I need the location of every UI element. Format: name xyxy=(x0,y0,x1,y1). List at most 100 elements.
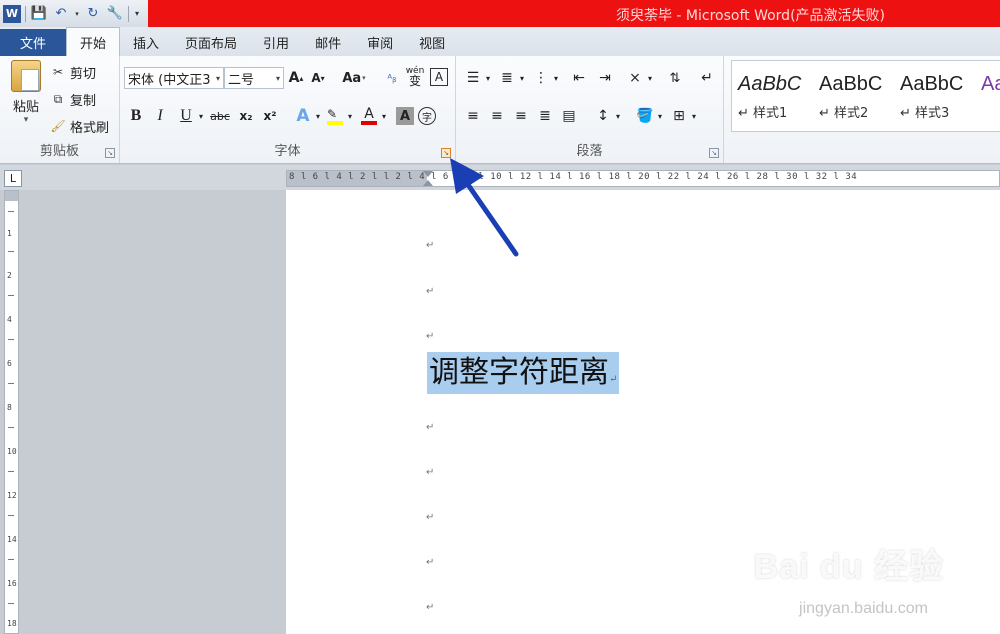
distributed-icon[interactable]: ▤ xyxy=(558,105,580,127)
justify-icon[interactable]: ≣ xyxy=(534,105,556,127)
sort-icon[interactable]: ⇅ xyxy=(664,67,686,89)
line-spacing-dropdown-icon[interactable]: ▾ xyxy=(614,105,622,127)
clipboard-dialog-launcher-icon[interactable]: ↘ xyxy=(105,148,115,158)
undo-icon[interactable]: ↶ xyxy=(52,5,70,23)
shrink-font-icon[interactable]: A ▾ xyxy=(308,67,328,89)
numbering-icon[interactable]: ≣ xyxy=(496,67,518,89)
font-color-dropdown-icon[interactable]: ▾ xyxy=(380,105,388,127)
shading-dropdown-icon[interactable]: ▾ xyxy=(656,105,664,127)
phonetic-guide-button[interactable]: wén 变 xyxy=(404,65,426,87)
style-item-1[interactable]: AaBbC ↵ 样式1 xyxy=(732,61,814,131)
paste-dropdown-icon[interactable]: ▾ xyxy=(24,115,29,125)
style-item-3[interactable]: AaBbC ↵ 样式3 xyxy=(894,61,976,131)
clear-format-icon[interactable]: ᴬᵦ xyxy=(382,67,402,89)
grow-font-icon[interactable]: A ▴ xyxy=(286,67,306,89)
vruler-tick xyxy=(8,515,14,516)
tab-file[interactable]: 文件 xyxy=(0,29,66,56)
style-sample-3: AaBbC xyxy=(900,73,964,95)
font-size-combo[interactable]: 二号 ▾ xyxy=(224,67,284,89)
superscript-button[interactable]: x² xyxy=(260,105,280,127)
numbering-dropdown-icon[interactable]: ▾ xyxy=(518,67,526,89)
highlight-button[interactable]: ✎ xyxy=(324,105,346,127)
align-right-icon[interactable]: ≡ xyxy=(510,105,532,127)
subscript-button[interactable]: x₂ xyxy=(236,105,256,127)
redo-icon[interactable]: ↻ xyxy=(84,5,102,23)
font-name-value: 宋体 (中文正3 xyxy=(128,72,211,88)
ruler-numbers: 8 l 6 l 4 l 2 l l 2 l 4 l 6 l 8 l 10 l 1… xyxy=(289,172,858,182)
multilevel-list-dropdown-icon[interactable]: ▾ xyxy=(552,67,560,89)
text-effects-button[interactable]: A xyxy=(292,105,314,127)
change-case-button[interactable]: Aa ▾ xyxy=(340,67,368,89)
selected-text[interactable]: 调整字符距离↵ xyxy=(427,352,620,394)
italic-button[interactable]: I xyxy=(150,105,170,127)
borders-dropdown-icon[interactable]: ▾ xyxy=(690,105,698,127)
strikethrough-button[interactable]: abc xyxy=(208,105,232,127)
font-name-dropdown-icon[interactable]: ▾ xyxy=(216,74,220,83)
vruler-number: 1 xyxy=(7,229,12,238)
style-sample-4: Aa xyxy=(981,73,1000,95)
tab-review[interactable]: 审阅 xyxy=(354,29,406,56)
customize-icon[interactable]: 🔧 xyxy=(106,5,124,23)
font-color-button[interactable]: A xyxy=(358,105,380,127)
cut-button[interactable]: ✂ 剪切 xyxy=(50,62,109,82)
align-center-icon[interactable]: ≡ xyxy=(486,105,508,127)
font-dialog-launcher-icon[interactable]: ↘ xyxy=(441,148,451,158)
paste-icon xyxy=(11,60,41,92)
vertical-ruler[interactable]: 1 2 4 6 8 10 12 14 16 18 xyxy=(4,190,19,634)
highlight-dropdown-icon[interactable]: ▾ xyxy=(346,105,354,127)
tab-mailings[interactable]: 邮件 xyxy=(302,29,354,56)
ribbon: 粘贴 ▾ ✂ 剪切 ⧉ 复制 🖌 格式刷 剪贴板 ↘ 宋体 (中文正3 ▾ 二号… xyxy=(0,56,1000,164)
bullets-icon[interactable]: ☰ xyxy=(462,67,484,89)
style-item-2[interactable]: AaBbC ↵ 样式2 xyxy=(813,61,895,131)
tab-home[interactable]: 开始 xyxy=(66,27,121,56)
cut-label: 剪切 xyxy=(70,66,97,82)
style-name-1-text: 样式1 xyxy=(753,106,788,121)
underline-button[interactable]: U xyxy=(176,105,196,127)
show-marks-icon[interactable]: ↵ xyxy=(696,67,718,89)
bold-button[interactable]: B xyxy=(126,105,146,127)
shading-icon[interactable]: 🪣 xyxy=(634,105,656,127)
indent-marker-icon[interactable] xyxy=(423,171,433,186)
borders-icon[interactable]: ⊞ xyxy=(668,105,690,127)
ribbon-tabs: 文件 开始 插入 页面布局 引用 邮件 审阅 视图 xyxy=(0,27,1000,56)
paragraph-group-label: 段落 xyxy=(576,144,603,159)
character-shading-button[interactable]: A xyxy=(396,107,414,125)
format-painter-button[interactable]: 🖌 格式刷 xyxy=(50,116,109,136)
font-size-dropdown-icon[interactable]: ▾ xyxy=(276,74,280,83)
style-sample-2: AaBbC xyxy=(819,73,883,95)
paragraph-mark: ↵ xyxy=(609,374,618,385)
character-border-button[interactable]: A xyxy=(430,68,448,86)
word-app-icon[interactable]: W xyxy=(3,4,21,23)
paragraph-mark: ↵ xyxy=(426,512,435,523)
chinese-layout-icon[interactable]: ⨯ xyxy=(624,67,646,89)
horizontal-ruler[interactable]: 8 l 6 l 4 l 2 l l 2 l 4 l 6 l 8 l 10 l 1… xyxy=(286,170,1000,187)
vruler-tick xyxy=(8,339,14,340)
style-item-4[interactable]: Aa xyxy=(975,61,1000,131)
multilevel-list-icon[interactable]: ⋮ xyxy=(530,67,552,89)
chinese-layout-dropdown-icon[interactable]: ▾ xyxy=(646,67,654,89)
undo-dropdown-icon[interactable]: ▾ xyxy=(74,5,80,23)
copy-button[interactable]: ⧉ 复制 xyxy=(50,89,109,109)
underline-dropdown-icon[interactable]: ▾ xyxy=(196,105,206,127)
tab-references[interactable]: 引用 xyxy=(250,29,302,56)
line-spacing-icon[interactable]: ↕ xyxy=(592,105,614,127)
style-name-2-text: 样式2 xyxy=(834,106,869,121)
paste-label: 粘贴 xyxy=(12,100,39,115)
save-icon[interactable]: 💾 xyxy=(30,5,48,23)
text-effects-dropdown-icon[interactable]: ▾ xyxy=(314,105,322,127)
increase-indent-icon[interactable]: ⇥ xyxy=(594,67,616,89)
align-left-icon[interactable]: ≡ xyxy=(462,105,484,127)
font-name-combo[interactable]: 宋体 (中文正3 ▾ xyxy=(124,67,224,89)
bullets-dropdown-icon[interactable]: ▾ xyxy=(484,67,492,89)
enclose-characters-button[interactable]: 字 xyxy=(418,107,436,125)
tab-view[interactable]: 视图 xyxy=(406,29,458,56)
vruler-number: 4 xyxy=(7,315,12,324)
customize-qat-dropdown-icon[interactable]: ▾ xyxy=(133,5,141,23)
horizontal-ruler-bar: L 8 l 6 l 4 l 2 l l 2 l 4 l 6 l 8 l 10 l… xyxy=(0,165,1000,190)
tab-page-layout[interactable]: 页面布局 xyxy=(172,29,250,56)
tab-insert[interactable]: 插入 xyxy=(120,29,172,56)
decrease-indent-icon[interactable]: ⇤ xyxy=(568,67,590,89)
paste-button[interactable]: 粘贴 ▾ xyxy=(6,60,46,132)
tab-selector-button[interactable]: L xyxy=(4,170,22,187)
paragraph-dialog-launcher-icon[interactable]: ↘ xyxy=(709,148,719,158)
